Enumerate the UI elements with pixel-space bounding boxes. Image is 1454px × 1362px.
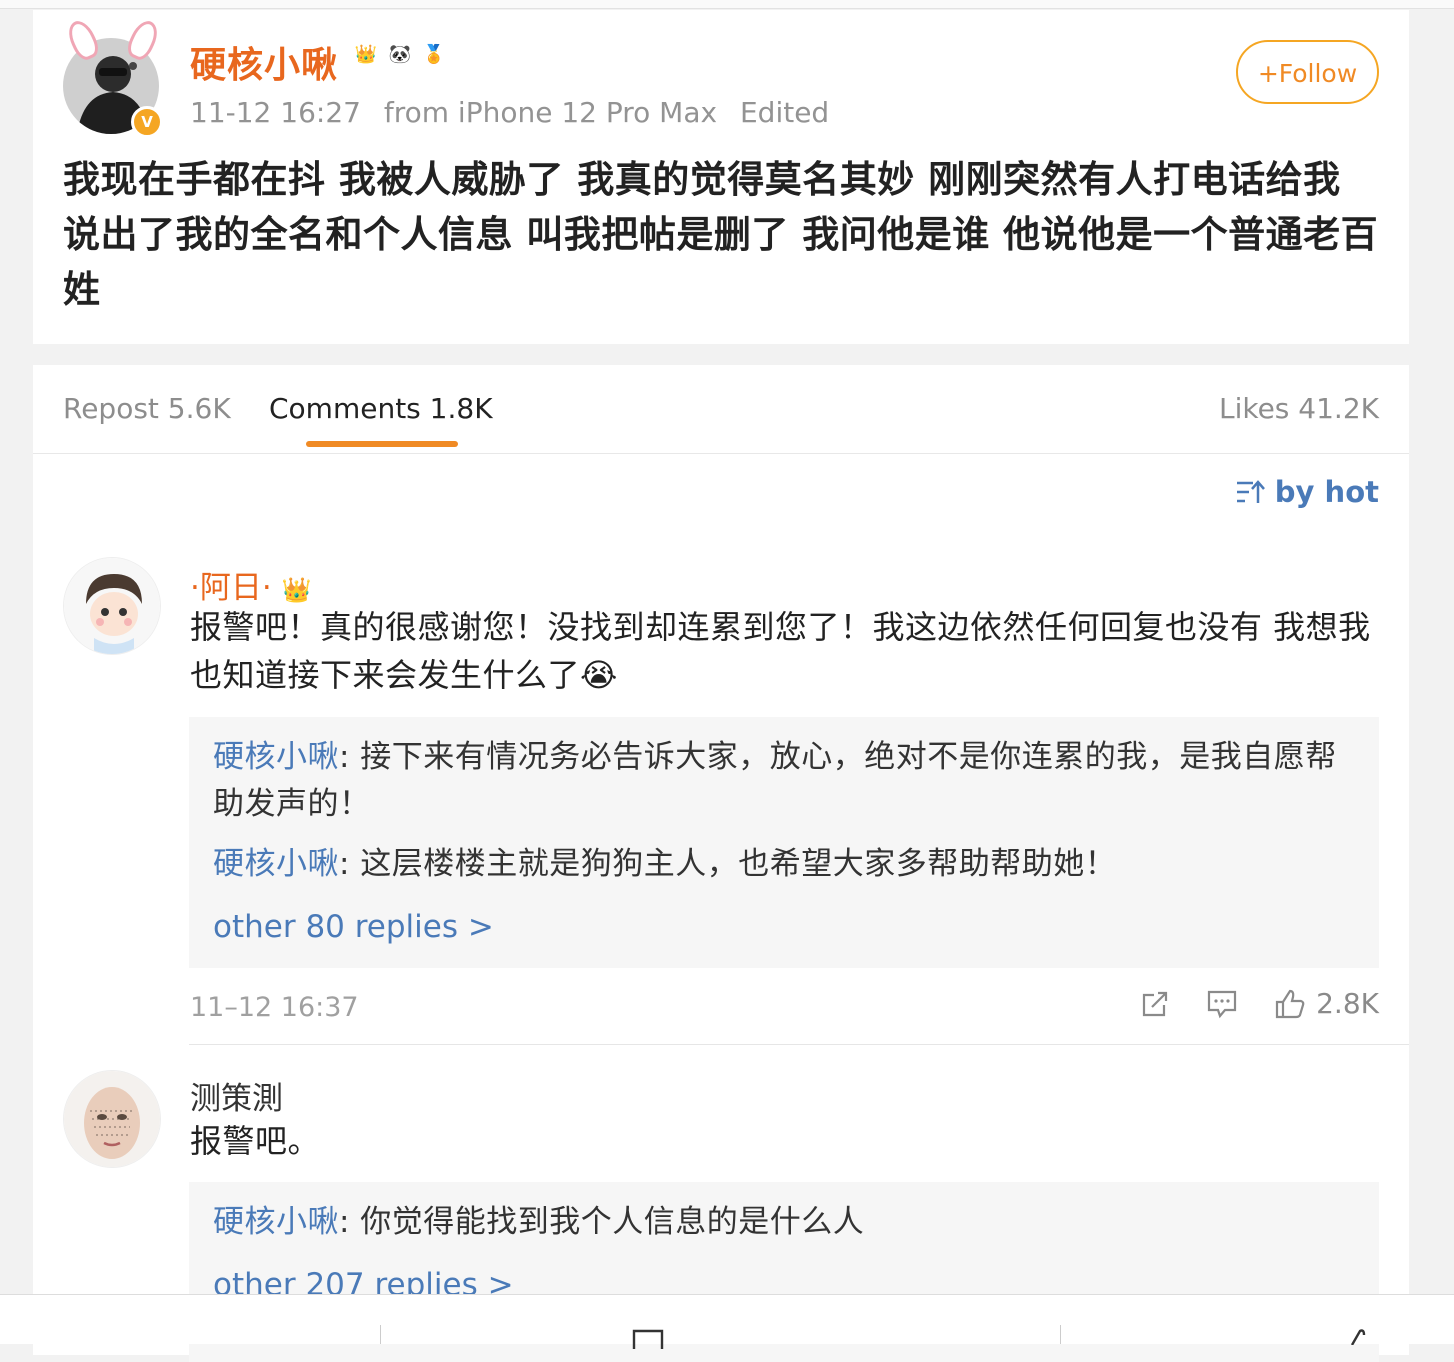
reply-text: : 这层楼楼主就是狗狗主人，也希望大家多帮助帮助她！ [339,846,1117,882]
author-badges: 👑 🐼 🏅 [351,40,449,70]
reply-item: 硬核小啾: 你觉得能找到我个人信息的是什么人 [213,1199,1363,1246]
comment-text-body: 报警吧！真的很感谢您！没找到却连累到您了！我这边依然任何回复也没有 我想我也知道… [190,608,1371,694]
commenter-avatar[interactable] [63,557,161,655]
follow-button[interactable]: +Follow [1236,40,1379,104]
comment-icon[interactable] [632,1329,664,1349]
tab-comments[interactable]: Comments 1.8K [269,392,493,425]
repost-button[interactable] [1140,989,1170,1019]
reply-text: : 你觉得能找到我个人信息的是什么人 [339,1204,865,1240]
reply-author[interactable]: 硬核小啾 [213,846,339,882]
replies-box: 硬核小啾: 接下来有情况务必告诉大家，放心，绝对不是你连累的我，是我自愿帮助发声… [189,717,1379,968]
reply-item: 硬核小啾: 这层楼楼主就是狗狗主人，也希望大家多帮助帮助她！ [213,841,1363,888]
post-source: from iPhone 12 Pro Max [383,96,718,129]
active-tab-indicator [306,441,458,447]
comment-icon [1208,990,1237,1018]
post-edited[interactable]: Edited [740,96,829,129]
commenter-name-text: ·阿日· [190,570,272,606]
post-time: 11-12 16:27 [190,96,361,129]
comment-time: 11–12 16:37 [190,992,359,1023]
like-count: 2.8K [1316,987,1379,1020]
comment-actions: 2.8K [1104,987,1379,1020]
author-avatar[interactable]: V [63,16,163,138]
post-meta: 11-12 16:27 from iPhone 12 Pro Max Edite… [190,96,843,129]
like-button[interactable]: 2.8K [1274,987,1379,1020]
reply-author[interactable]: 硬核小啾 [213,1204,339,1240]
reply-text: : 接下来有情况务必告诉大家，放心，绝对不是你连累的我，是我自愿帮助发声的！ [213,739,1337,822]
tab-likes[interactable]: Likes 41.2K [1219,392,1379,425]
medal-badge-icon[interactable]: 🏅 [419,40,449,70]
repost-icon [1143,991,1168,1016]
crying-emoji-icon: 😭 [580,656,618,694]
comment-text: 报警吧！真的很感谢您！没找到却连累到您了！我这边依然任何回复也没有 我想我也知道… [190,603,1390,699]
bottom-action-bar [0,1294,1454,1349]
thumbs-up-icon [1276,989,1305,1018]
tab-repost[interactable]: Repost 5.6K [63,392,231,425]
reply-item: 硬核小啾: 接下来有情况务必告诉大家，放心，绝对不是你连累的我，是我自愿帮助发声… [213,734,1363,828]
interaction-tabs: Repost 5.6K Comments 1.8K Likes 41.2K [33,365,1409,454]
reply-author[interactable]: 硬核小啾 [213,739,339,775]
crown-badge-icon: 👑 [281,576,312,604]
post-body: 我现在手都在抖 我被人威胁了 我真的觉得莫名其妙 刚刚突然有人打电话给我 说出了… [63,158,1379,311]
sort-icon [1236,480,1265,503]
comment-divider [189,1044,1409,1045]
reply-button[interactable] [1206,989,1238,1019]
panda-badge-icon[interactable]: 🐼 [385,40,415,70]
sort-label: by hot [1274,475,1379,509]
author-name[interactable]: 硬核小啾 [190,36,338,88]
commenter-name[interactable]: 测策測 [190,1073,283,1118]
comment-text: 报警吧。 [190,1122,321,1160]
post-card: V 硬核小啾 👑 🐼 🏅 11-12 16:27 from iPhone 12 … [33,10,1409,344]
comments-card: Repost 5.6K Comments 1.8K Likes 41.2K by… [33,365,1409,1362]
top-edge [0,0,1454,9]
commenter-name[interactable]: ·阿日· 👑 [190,562,311,607]
sort-button[interactable]: by hot [1235,475,1379,509]
crown-badge-icon[interactable]: 👑 [351,40,381,70]
bar-separator [1060,1325,1061,1344]
more-replies-link[interactable]: other 80 replies > [213,909,494,945]
bar-separator [380,1325,381,1344]
commenter-avatar[interactable] [63,1070,161,1168]
verified-icon: V [131,106,163,138]
thumbs-up-icon[interactable] [1348,1327,1372,1345]
